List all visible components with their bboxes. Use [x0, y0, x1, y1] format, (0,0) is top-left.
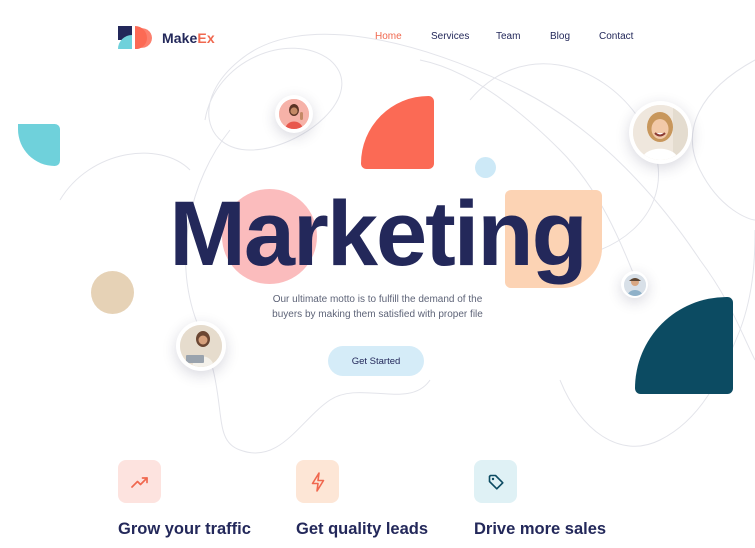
- logo-mark-icon: [118, 26, 153, 50]
- hero-subtitle-line1: Our ultimate motto is to fulfill the dem…: [272, 294, 483, 305]
- avatar-woman-laughing: [629, 101, 692, 164]
- feature-grow-traffic: Grow your traffic: [118, 460, 251, 538]
- brand-logo[interactable]: MakeEx: [118, 26, 215, 50]
- brand-name-part1: Make: [162, 29, 198, 46]
- tag-icon: [488, 474, 504, 490]
- nav-item-team[interactable]: Team: [496, 31, 520, 42]
- feature-title: Drive more sales: [474, 520, 607, 538]
- nav-item-services[interactable]: Services: [431, 31, 469, 42]
- feature-drive-sales: Drive more sales: [474, 460, 606, 538]
- avatar-woman-laptop: [176, 321, 226, 371]
- feature-icon-tile: [118, 460, 161, 503]
- nav-item-blog[interactable]: Blog: [550, 31, 570, 42]
- hero-subtitle-line2: buyers by making them satisfied with pro…: [272, 309, 483, 320]
- avatar-woman-waving: [275, 95, 313, 133]
- brand-name: MakeEx: [162, 30, 215, 46]
- get-started-button[interactable]: Get Started: [328, 346, 424, 376]
- hero-subtitle: Our ultimate motto is to fulfill the dem…: [250, 292, 505, 322]
- feature-title: Get quality leads: [296, 520, 429, 538]
- feature-icon-tile: [296, 460, 339, 503]
- light-blue-dot: [475, 157, 496, 178]
- feature-title: Grow your traffic: [118, 520, 251, 538]
- nav-item-contact[interactable]: Contact: [599, 31, 633, 42]
- brand-name-part2: Ex: [197, 29, 215, 46]
- lightning-icon: [311, 471, 324, 492]
- nav-item-home[interactable]: Home: [375, 31, 402, 42]
- feature-icon-tile: [474, 460, 517, 503]
- feature-quality-leads: Get quality leads: [296, 460, 428, 538]
- hero-title: Marketing: [169, 183, 588, 285]
- trending-up-icon: [130, 476, 148, 488]
